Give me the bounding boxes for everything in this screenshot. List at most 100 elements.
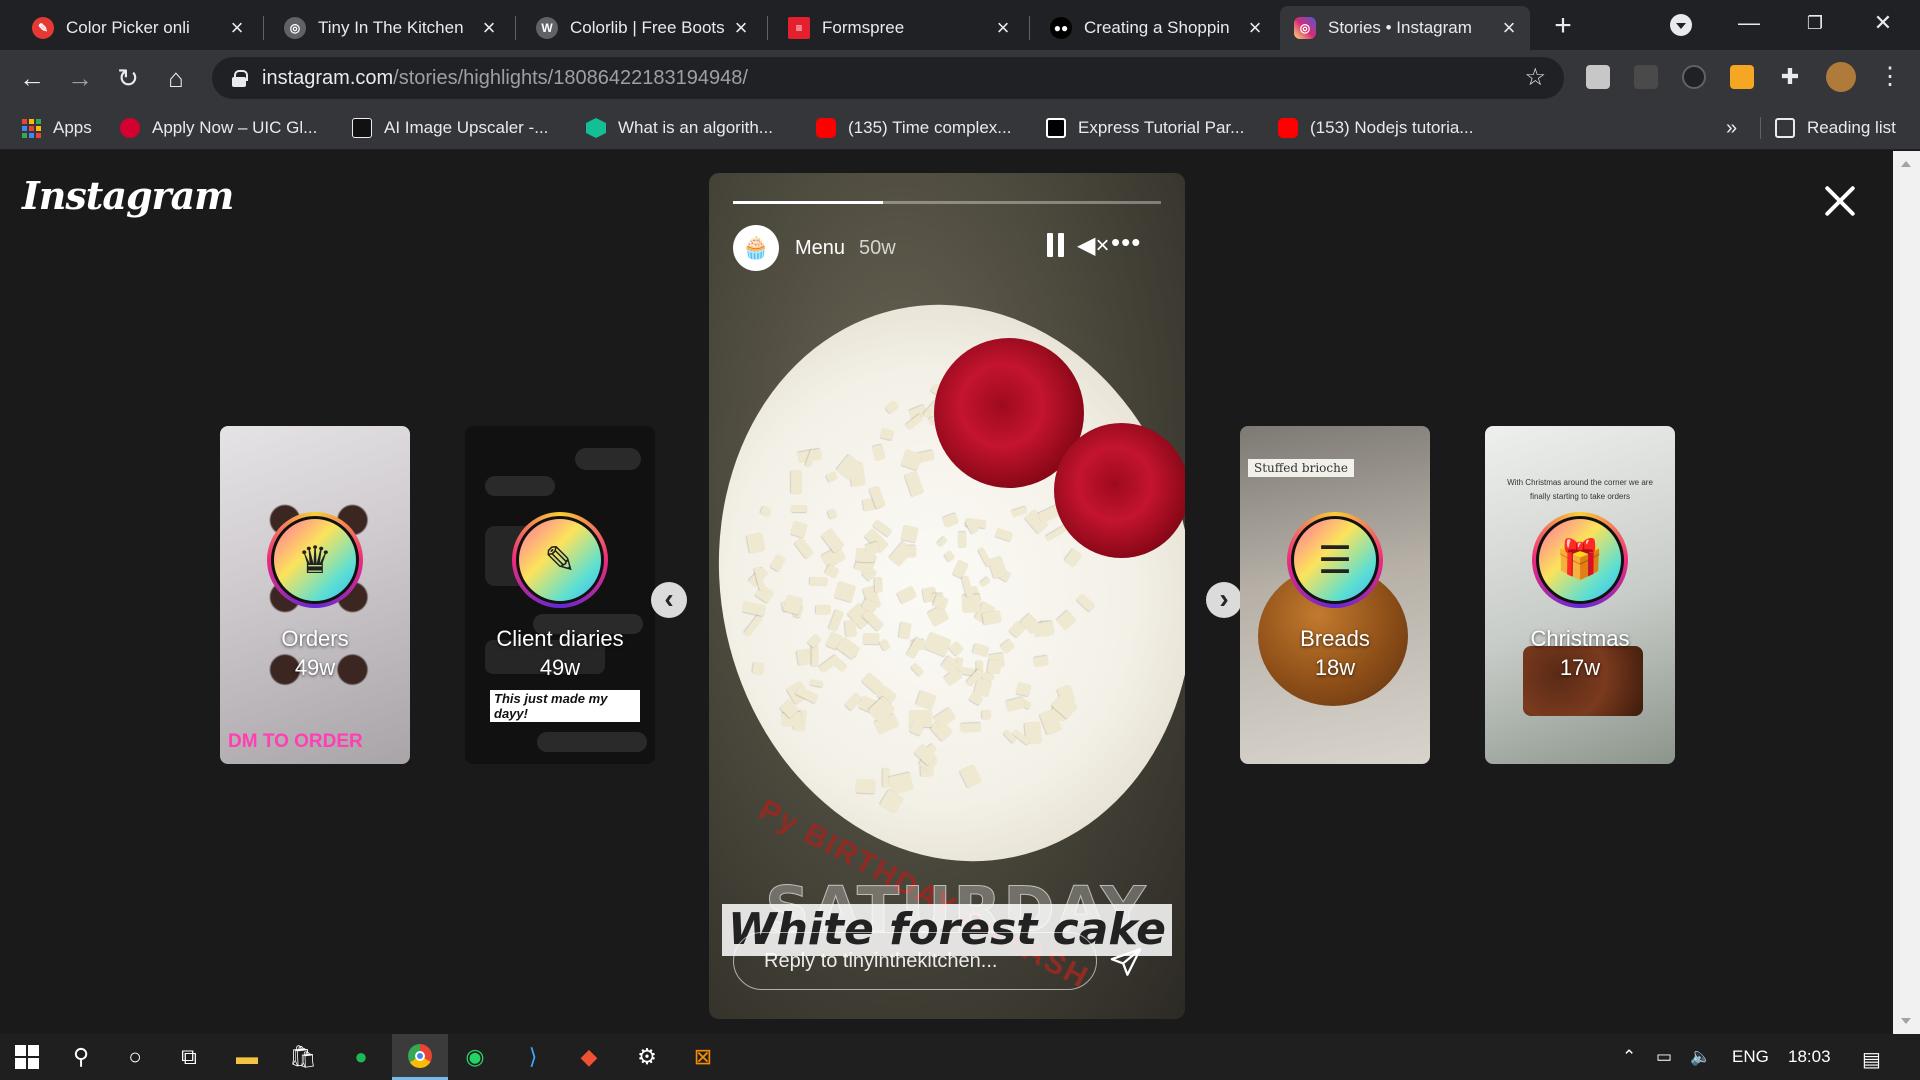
scroll-up-icon[interactable] [1901, 161, 1911, 167]
extension-icon[interactable] [1586, 65, 1610, 89]
next-story-arrow[interactable]: › [1206, 582, 1242, 618]
whatsapp-icon[interactable]: ◉ [460, 1042, 490, 1072]
cupcake-icon: ♛ [271, 516, 359, 604]
tab-instagram-stories[interactable]: ◎ Stories • Instagram × [1280, 6, 1530, 50]
avatar[interactable] [1826, 62, 1856, 92]
page-scrollbar[interactable] [1893, 151, 1920, 1034]
windows-start-icon[interactable] [12, 1042, 42, 1072]
restore-icon[interactable]: ❐ [1800, 8, 1830, 38]
wordpress-icon: W [536, 17, 558, 39]
extension-icon[interactable] [1730, 65, 1754, 89]
chevron-up-icon[interactable]: ⌃ [1622, 1047, 1636, 1067]
chocolate-shaving [844, 619, 857, 637]
highlight-sticker-text: Stuffed brioche [1248, 459, 1354, 477]
highlight-christmas[interactable]: With Christmas around the corner we are … [1485, 426, 1675, 764]
gift-icon: 🎁 [1536, 516, 1624, 604]
highlight-sticker-text: This just made my dayy! [490, 690, 640, 722]
address-bar[interactable]: instagram.com/stories/highlights/1808642… [212, 57, 1564, 99]
tab-formspree[interactable]: ≡ Formspree × [774, 6, 1024, 50]
reading-list-button[interactable]: Reading list [1760, 116, 1896, 140]
highlight-label: Breads [1300, 626, 1370, 651]
notifications-icon[interactable]: ▤ [1862, 1047, 1881, 1072]
tab-strip: ✎ Color Picker onli × ◎ Tiny In The Kitc… [0, 0, 1920, 50]
close-stories-icon[interactable] [1820, 181, 1860, 221]
close-icon[interactable]: × [1244, 15, 1266, 40]
xampp-icon[interactable]: ⊠ [688, 1042, 718, 1072]
previous-story-arrow[interactable]: ‹ [651, 582, 687, 618]
settings-icon[interactable]: ⚙ [632, 1042, 662, 1072]
close-icon[interactable]: × [226, 15, 248, 40]
story-viewer[interactable]: Py BIRTHDAY AAKASH 🧁 Menu 50w ◀× ••• SAT… [709, 173, 1185, 1019]
chrome-icon[interactable] [392, 1034, 448, 1080]
tab-tiny-kitchen[interactable]: ◎ Tiny In The Kitchen × [270, 6, 510, 50]
forward-icon[interactable]: → [64, 62, 96, 94]
new-tab-button[interactable]: + [1548, 11, 1578, 42]
highlight-orders[interactable]: ♛ Orders 49w DM TO ORDER [220, 426, 410, 764]
highlight-breads[interactable]: Stuffed brioche ☰ Breads 18w [1240, 426, 1430, 764]
scroll-down-icon[interactable] [1901, 1018, 1911, 1024]
menu-icon[interactable]: ⋮ [1878, 65, 1902, 89]
highlight-sticker-text: With Christmas around the corner we are … [1507, 478, 1653, 501]
reply-input[interactable]: Reply to tinyinthekitchen... [733, 932, 1097, 990]
highlight-ring: ☰ [1287, 512, 1383, 608]
bookmark-youtube-node[interactable]: (153) Nodejs tutoria... [1278, 116, 1473, 140]
cortana-icon[interactable]: ○ [120, 1042, 150, 1072]
bookmark-youtube-time[interactable]: (135) Time complex... [816, 116, 1011, 140]
close-icon[interactable]: × [478, 15, 500, 40]
chocolate-shaving [855, 778, 876, 795]
lock-icon[interactable] [232, 70, 248, 87]
instagram-logo[interactable]: Instagram [22, 173, 234, 218]
tab-title: Color Picker onli [66, 18, 190, 37]
bookmark-apps[interactable]: Apps [22, 116, 92, 140]
bookmark-ai-upscaler[interactable]: AI Image Upscaler -... [352, 116, 548, 140]
bookmark-star-icon[interactable]: ☆ [1524, 63, 1546, 92]
close-icon[interactable]: × [992, 15, 1014, 40]
close-icon[interactable]: × [730, 15, 752, 40]
close-icon[interactable]: × [1498, 15, 1520, 40]
chocolate-shaving [752, 662, 765, 676]
tab-colorlib[interactable]: W Colorlib | Free Boots × [522, 6, 762, 50]
reload-icon[interactable]: ↻ [112, 62, 144, 94]
chocolate-shaving [874, 576, 884, 593]
story-avatar[interactable]: 🧁 [733, 225, 779, 271]
bookmark-khan[interactable]: What is an algorith... [586, 116, 773, 140]
khan-icon [586, 118, 606, 138]
chocolate-shaving [862, 632, 879, 644]
spotify-icon[interactable]: ● [346, 1042, 376, 1072]
store-icon[interactable]: 🛍 [288, 1042, 318, 1072]
bookmark-uic[interactable]: Apply Now – UIC Gl... [120, 116, 317, 140]
chocolate-shaving [790, 504, 807, 512]
story-title[interactable]: Menu [795, 237, 845, 260]
mute-icon[interactable]: ◀× [1077, 231, 1109, 260]
pause-icon[interactable] [1045, 233, 1067, 259]
language-indicator[interactable]: ENG [1732, 1047, 1769, 1067]
tab-search-icon[interactable] [1670, 14, 1692, 36]
highlight-label: Orders [281, 626, 349, 651]
task-view-icon[interactable]: ⧉ [174, 1042, 204, 1072]
send-icon[interactable] [1109, 945, 1143, 979]
puzzle-icon[interactable]: ✚ [1778, 65, 1802, 89]
volume-icon[interactable]: 🔈 [1690, 1047, 1711, 1067]
search-icon[interactable]: ⚲ [66, 1042, 96, 1072]
minimize-icon[interactable]: — [1734, 8, 1764, 38]
vscode-icon[interactable]: ⟩ [518, 1042, 548, 1072]
back-icon[interactable]: ← [16, 62, 48, 94]
gitkraken-icon[interactable]: ◆ [574, 1042, 604, 1072]
home-icon[interactable]: ⌂ [160, 62, 192, 94]
extension-icon[interactable] [1634, 65, 1658, 89]
tab-title: Tiny In The Kitchen [318, 18, 464, 37]
tab-color-picker[interactable]: ✎ Color Picker onli × [18, 6, 258, 50]
more-options-icon[interactable]: ••• [1111, 227, 1141, 258]
clock[interactable]: 18:03 [1788, 1047, 1831, 1067]
more-bookmarks-button[interactable]: » [1726, 116, 1737, 140]
highlight-client-diaries[interactable]: This just made my dayy! ✎ Client diaries… [465, 426, 655, 764]
file-explorer-icon[interactable]: ▬ [232, 1042, 262, 1072]
uic-icon [120, 118, 140, 138]
window-close-icon[interactable]: ✕ [1868, 8, 1898, 38]
bookmark-express[interactable]: Express Tutorial Par... [1046, 116, 1244, 140]
battery-icon[interactable]: ▭ [1656, 1047, 1672, 1067]
youtube-icon [816, 118, 836, 138]
highlight-age: 18w [1314, 655, 1356, 680]
extension-icon[interactable] [1682, 65, 1706, 89]
tab-creating-shopping[interactable]: ●● Creating a Shoppin × [1036, 6, 1276, 50]
